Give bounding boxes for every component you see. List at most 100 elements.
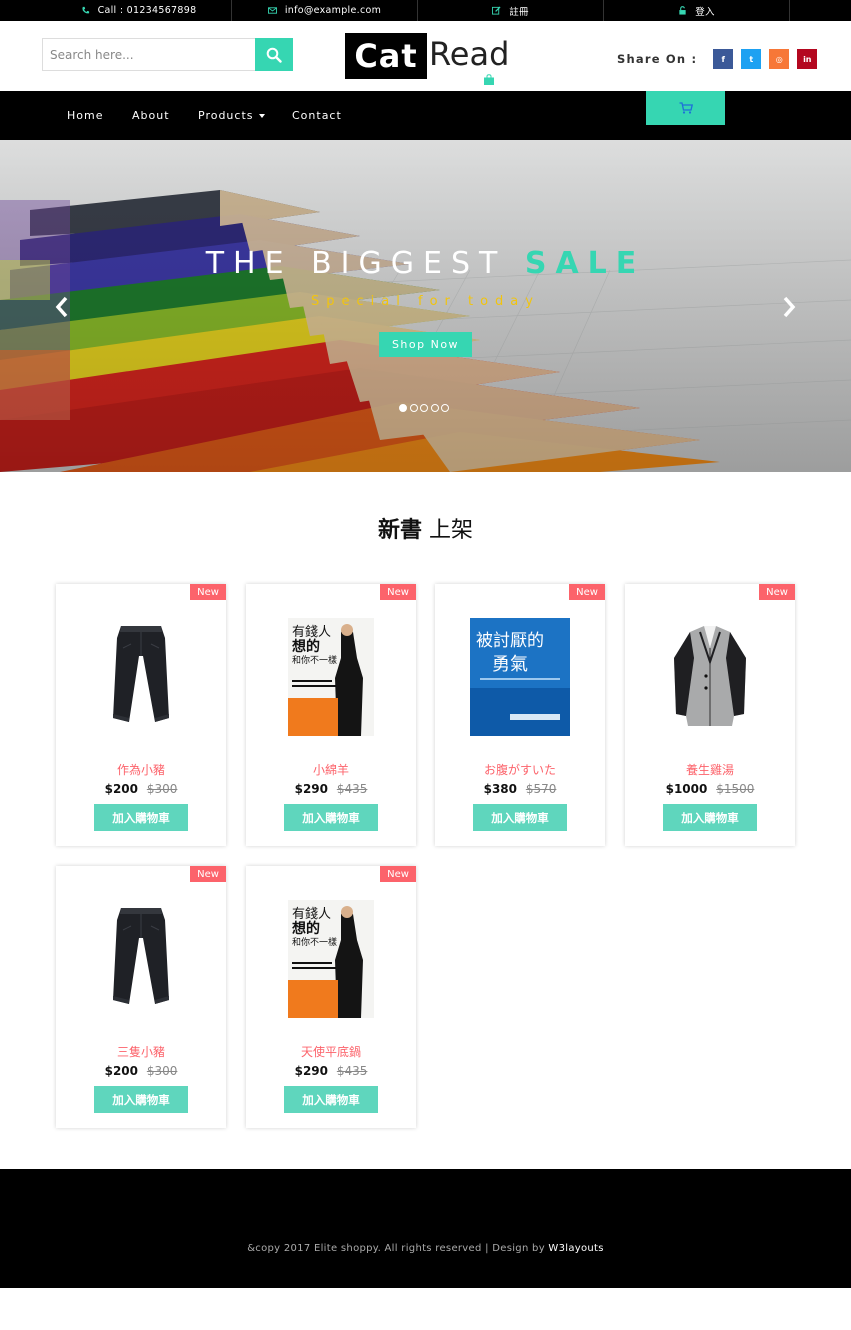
logo-read-text: Read — [429, 35, 510, 73]
add-to-cart-button[interactable]: 加入購物車 — [663, 804, 757, 831]
phone-icon — [81, 6, 90, 15]
product-name[interactable]: 天使平底鍋 — [246, 1043, 416, 1060]
new-badge: New — [190, 584, 226, 600]
shopping-cart-icon — [679, 102, 693, 114]
product-card[interactable]: New 三隻小豬 $200 $300 加入購物車 — [56, 866, 226, 1128]
shop-now-button[interactable]: Shop Now — [379, 332, 472, 357]
svg-text:想的: 想的 — [291, 638, 320, 655]
product-price: $290 $435 — [246, 1064, 416, 1078]
add-to-cart-button[interactable]: 加入購物車 — [284, 1086, 378, 1113]
product-name[interactable]: 小綿羊 — [246, 761, 416, 778]
topbar-login[interactable]: 登入 — [604, 0, 790, 21]
nav-contact[interactable]: Contact — [292, 91, 342, 140]
topbar-call[interactable]: Call : 01234567898 — [46, 0, 232, 21]
current-price: $200 — [104, 1064, 139, 1078]
facebook-icon[interactable]: f — [713, 49, 734, 69]
twitter-icon[interactable]: t — [741, 49, 762, 69]
svg-text:勇氣: 勇氣 — [492, 654, 528, 675]
product-price: $380 $570 — [435, 782, 605, 796]
product-name[interactable]: 作為小豬 — [56, 761, 226, 778]
section-title-rest: 上架 — [429, 518, 474, 543]
svg-text:被討厭的: 被討厭的 — [476, 631, 544, 651]
product-name[interactable]: 養生雞湯 — [625, 761, 795, 778]
nav-about[interactable]: About — [132, 91, 170, 140]
add-to-cart-button[interactable]: 加入購物車 — [94, 804, 188, 831]
product-price: $200 $300 — [56, 1064, 226, 1078]
slider-dot[interactable] — [441, 404, 449, 412]
share-bar: Share On : f t ◎ in — [617, 49, 818, 69]
old-price: $300 — [146, 782, 178, 796]
topbar-login-text: 登入 — [695, 6, 715, 18]
product-price: $290 $435 — [246, 782, 416, 796]
slider-dot[interactable] — [420, 404, 428, 412]
top-bar: Call : 01234567898 info@example.com 註冊 登… — [0, 0, 851, 21]
old-price: $570 — [525, 782, 557, 796]
site-logo[interactable]: Cat Read — [345, 33, 509, 85]
product-card[interactable]: New 作為小豬 $200 $300 加入購物車 — [56, 584, 226, 846]
old-price: $435 — [336, 782, 368, 796]
product-name[interactable]: 三隻小豬 — [56, 1043, 226, 1060]
product-image[interactable] — [91, 900, 191, 1018]
svg-text:有錢人: 有錢人 — [292, 624, 331, 640]
product-image[interactable]: 被討厭的 勇氣 — [470, 618, 570, 736]
nav-home[interactable]: Home — [67, 91, 103, 140]
nav-products-label: Products — [198, 109, 254, 122]
new-badge: New — [380, 584, 416, 600]
footer-copyright: &copy 2017 Elite shoppy. All rights rese… — [0, 1243, 851, 1254]
slider-dot[interactable] — [399, 404, 407, 412]
svg-text:和你不一樣: 和你不一樣 — [292, 936, 337, 948]
new-badge: New — [759, 584, 795, 600]
linkedin-icon[interactable]: in — [797, 49, 818, 69]
unlock-icon — [678, 6, 687, 15]
add-to-cart-button[interactable]: 加入購物車 — [284, 804, 378, 831]
instagram-icon[interactable]: ◎ — [769, 49, 790, 69]
product-price: $1000 $1500 — [625, 782, 795, 796]
edit-icon — [492, 6, 501, 15]
slider-dot[interactable] — [430, 404, 439, 412]
add-to-cart-button[interactable]: 加入購物車 — [94, 1086, 188, 1113]
topbar-register-text: 註冊 — [509, 6, 529, 18]
current-price: $380 — [483, 782, 518, 796]
search-form — [42, 38, 293, 71]
old-price: $300 — [146, 1064, 178, 1078]
cart-button[interactable] — [646, 91, 725, 125]
old-price: $435 — [336, 1064, 368, 1078]
current-price: $1000 — [665, 782, 708, 796]
product-image[interactable]: 有錢人 想的 和你不一樣 — [281, 618, 381, 736]
share-label: Share On : — [617, 52, 698, 66]
product-card[interactable]: New 有錢人 想的 和你不一樣 小綿羊 $290 $435 加入購物車 — [246, 584, 416, 846]
footer-copy-text: &copy 2017 Elite shoppy. All rights rese… — [247, 1243, 545, 1254]
product-name[interactable]: お腹がすいた — [435, 761, 605, 778]
new-badge: New — [190, 866, 226, 882]
product-card[interactable]: New 有錢人 想的 和你不一樣 天使平底鍋 $290 $435 加入購物車 — [246, 866, 416, 1128]
product-image[interactable] — [660, 618, 760, 736]
banner-title: THE BIGGEST SALE — [0, 246, 851, 281]
search-input[interactable] — [42, 38, 255, 71]
footer-design-link[interactable]: W3layouts — [548, 1243, 603, 1254]
product-card[interactable]: New 被討厭的 勇氣 お腹がすいた $380 $570 加入購物車 — [435, 584, 605, 846]
caret-down-icon — [258, 113, 265, 118]
section-title: 新書 上架 — [0, 512, 851, 544]
footer — [0, 1169, 851, 1288]
topbar-email[interactable]: info@example.com — [232, 0, 418, 21]
slider-dots — [399, 404, 452, 412]
topbar-call-text: Call : 01234567898 — [97, 5, 197, 16]
nav-products[interactable]: Products — [198, 91, 265, 140]
product-image[interactable]: 有錢人 想的 和你不一樣 — [281, 900, 381, 1018]
svg-text:有錢人: 有錢人 — [292, 906, 331, 922]
new-badge: New — [380, 866, 416, 882]
section-title-bold: 新書 — [377, 518, 422, 543]
product-image[interactable] — [91, 618, 191, 736]
topbar-email-text: info@example.com — [284, 5, 382, 16]
current-price: $200 — [104, 782, 139, 796]
envelope-icon — [267, 6, 277, 15]
old-price: $1500 — [716, 782, 755, 796]
search-icon — [266, 47, 282, 63]
slider-dot[interactable] — [409, 404, 418, 412]
topbar-register[interactable]: 註冊 — [418, 0, 604, 21]
product-card[interactable]: New 養生雞湯 $1000 $1500 加入購物車 — [625, 584, 795, 846]
logo-cat-text: Cat — [345, 33, 427, 79]
add-to-cart-button[interactable]: 加入購物車 — [473, 804, 567, 831]
search-button[interactable] — [255, 38, 293, 71]
product-price: $200 $300 — [56, 782, 226, 796]
